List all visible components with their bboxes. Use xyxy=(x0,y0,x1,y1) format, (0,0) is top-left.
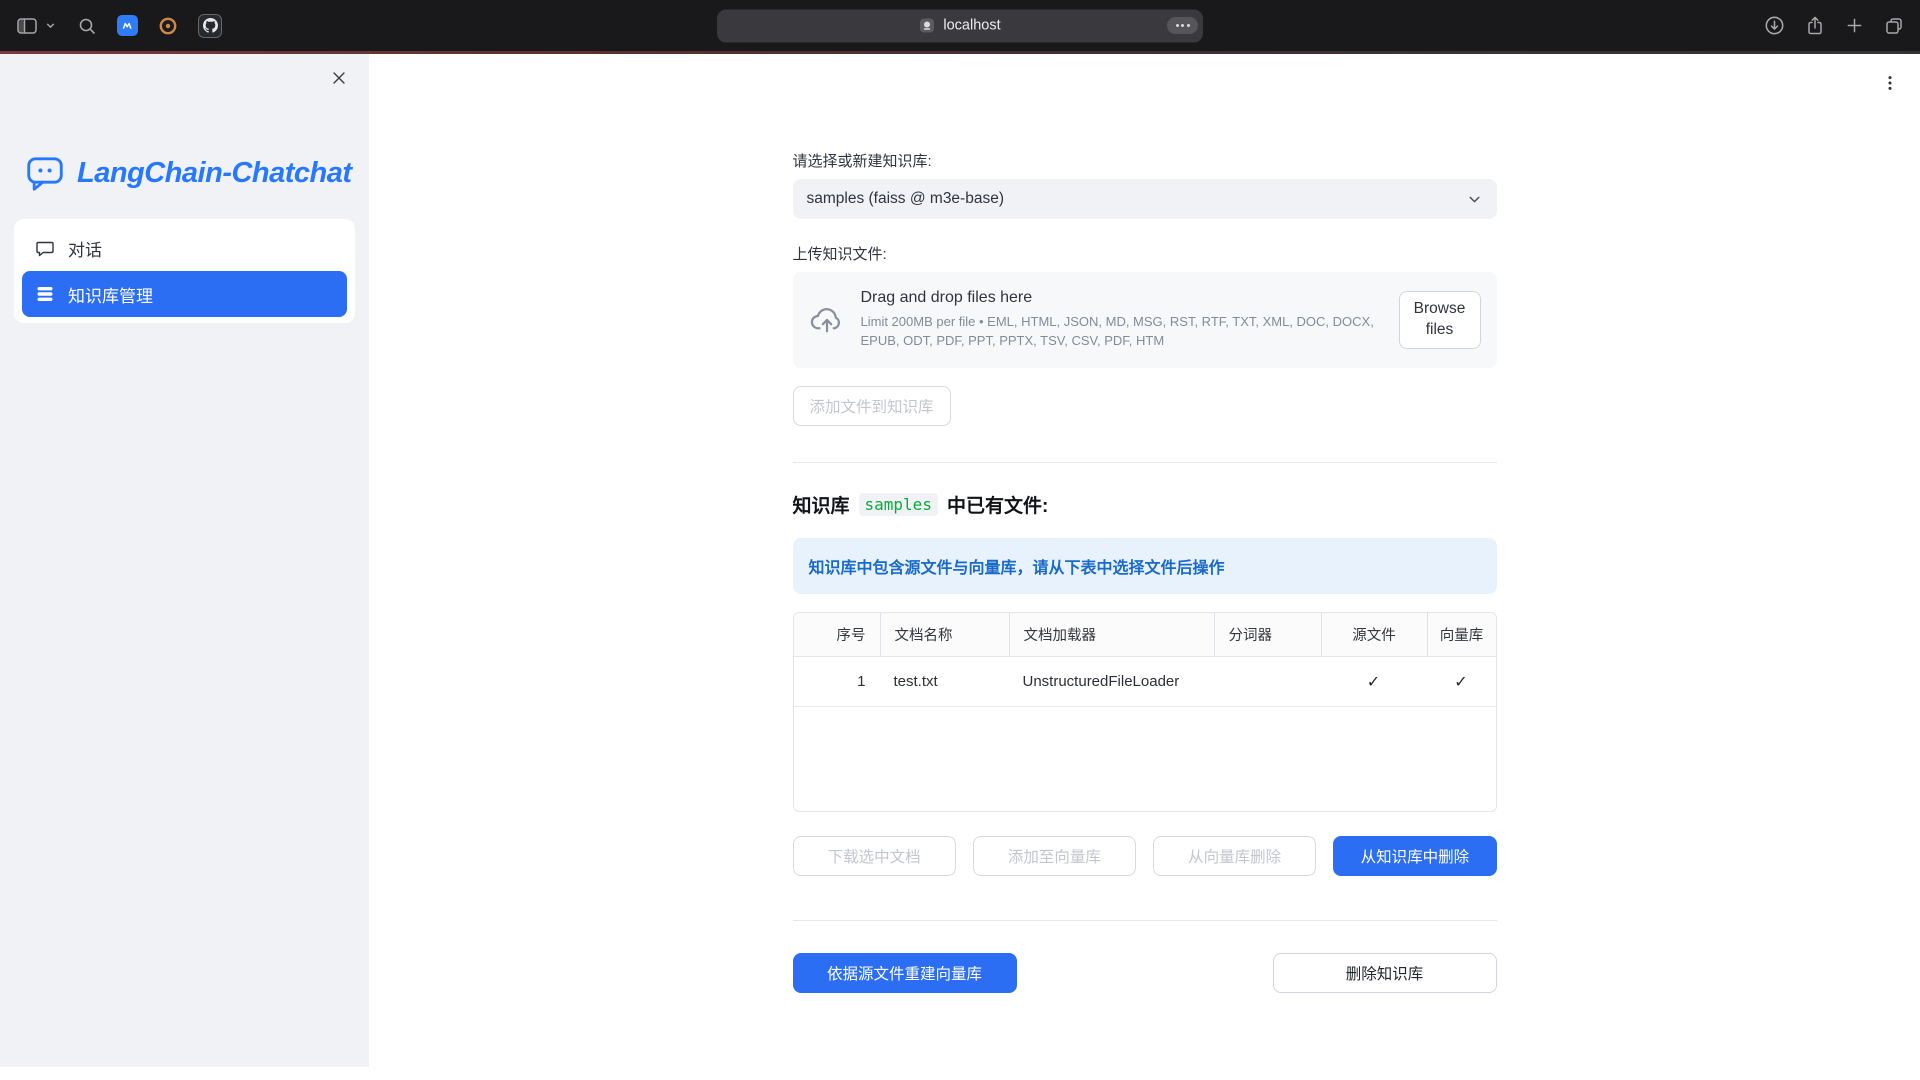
logo-icon xyxy=(24,153,66,193)
sidebar-toggle-icon xyxy=(16,16,38,36)
sidebar-item-label: 知识库管理 xyxy=(68,282,153,307)
kb-icon xyxy=(35,284,55,304)
cell-splitter xyxy=(1214,657,1321,706)
table-header-row: 序号 文档名称 文档加载器 分词器 源文件 向量库 xyxy=(794,613,1496,657)
divider xyxy=(793,920,1497,921)
add-to-kb-button[interactable]: 添加文件到知识库 xyxy=(793,386,951,426)
close-icon xyxy=(330,69,348,87)
new-tab-button[interactable] xyxy=(1845,16,1864,35)
github-extension-button[interactable] xyxy=(198,14,222,38)
heading-suffix: 中已有文件: xyxy=(947,491,1048,518)
sidebar-item-kb-management[interactable]: 知识库管理 xyxy=(22,271,347,317)
select-chevron-down-icon xyxy=(1466,191,1483,208)
extension-button-2[interactable] xyxy=(158,16,178,36)
remove-from-vector-button[interactable]: 从向量库删除 xyxy=(1153,836,1316,876)
sidebar-close-button[interactable] xyxy=(330,69,348,87)
sidebar-menu-chevron-button[interactable] xyxy=(44,19,57,32)
app-logo: LangChain-Chatchat xyxy=(24,153,369,193)
kb-select-label: 请选择或新建知识库: xyxy=(793,150,1497,171)
browser-search-button[interactable] xyxy=(77,16,97,36)
rebuild-vectorstore-button[interactable]: 依据源文件重建向量库 xyxy=(793,953,1017,993)
dropzone-title: Drag and drop files here xyxy=(861,289,1383,307)
col-header-name[interactable]: 文档名称 xyxy=(880,613,1009,656)
app-window: LangChain-Chatchat 对话 知识库管理 xyxy=(0,54,1920,1080)
dot xyxy=(1187,24,1190,27)
address-bar[interactable]: localhost xyxy=(717,9,1203,42)
downloads-button[interactable] xyxy=(1764,15,1785,36)
logo-text: LangChain-Chatchat xyxy=(77,157,352,190)
sidebar-menu: 对话 知识库管理 xyxy=(14,219,355,323)
tabs-icon xyxy=(1884,16,1904,36)
sidebar-item-chat[interactable]: 对话 xyxy=(22,225,347,271)
chat-icon xyxy=(35,238,55,258)
screen: localhost xyxy=(0,0,1920,1080)
downloads-icon xyxy=(1764,15,1785,36)
table-row[interactable]: 1 test.txt UnstructuredFileLoader ✓ ✓ xyxy=(794,657,1496,707)
kb-name-code: samples xyxy=(859,493,938,516)
kb-select[interactable]: samples (faiss @ m3e-base) xyxy=(793,179,1497,219)
col-header-vector[interactable]: 向量库 xyxy=(1427,613,1496,656)
kb-files-heading: 知识库 samples 中已有文件: xyxy=(793,491,1497,518)
more-vert-icon xyxy=(1881,74,1899,92)
add-to-vectorstore-button[interactable]: 添加至向量库 xyxy=(973,836,1136,876)
sidebar: LangChain-Chatchat 对话 知识库管理 xyxy=(0,54,369,1067)
col-header-loader[interactable]: 文档加载器 xyxy=(1009,613,1214,656)
sidebar-item-label: 对话 xyxy=(68,236,102,261)
toolbar-left-controls xyxy=(16,0,222,51)
share-icon xyxy=(1805,15,1825,36)
main-area: 请选择或新建知识库: samples (faiss @ m3e-base) 上传… xyxy=(369,54,1920,1080)
file-action-buttons: 下载选中文档 添加至向量库 从向量库删除 从知识库中删除 xyxy=(793,836,1497,876)
chevron-down-icon xyxy=(44,19,57,32)
extension-icon-2 xyxy=(158,16,178,36)
delete-kb-button[interactable]: 删除知识库 xyxy=(1273,953,1497,993)
info-banner: 知识库中包含源文件与向量库，请从下表中选择文件后操作 xyxy=(793,538,1497,594)
files-table[interactable]: 序号 文档名称 文档加载器 分词器 源文件 向量库 1 test.txt Uns… xyxy=(793,612,1497,812)
cloud-upload-icon xyxy=(809,302,845,338)
page-extensions-menu-button[interactable] xyxy=(1167,17,1198,34)
share-button[interactable] xyxy=(1805,15,1825,36)
cell-index: 1 xyxy=(794,657,880,706)
search-icon xyxy=(77,16,97,36)
toolbar-right-controls xyxy=(1764,0,1904,51)
dropzone-hint: Limit 200MB per file • EML, HTML, JSON, … xyxy=(861,313,1376,351)
kb-select-value: samples (faiss @ m3e-base) xyxy=(807,190,1005,208)
main-menu-button[interactable] xyxy=(1881,74,1899,92)
browse-files-button[interactable]: Browse files xyxy=(1399,291,1481,349)
content-column: 请选择或新建知识库: samples (faiss @ m3e-base) 上传… xyxy=(793,54,1497,993)
kb-footer-buttons: 依据源文件重建向量库 删除知识库 xyxy=(793,953,1497,993)
col-header-source[interactable]: 源文件 xyxy=(1321,613,1427,656)
dot xyxy=(1181,24,1184,27)
browser-toolbar: localhost xyxy=(0,0,1920,51)
url-text: localhost xyxy=(943,18,1000,34)
dot xyxy=(1176,24,1179,27)
dropzone-text: Drag and drop files here Limit 200MB per… xyxy=(861,289,1383,351)
delete-from-kb-button[interactable]: 从知识库中删除 xyxy=(1333,836,1496,876)
download-selected-button[interactable]: 下载选中文档 xyxy=(793,836,956,876)
col-header-splitter[interactable]: 分词器 xyxy=(1214,613,1321,656)
divider xyxy=(793,462,1497,463)
upload-label: 上传知识文件: xyxy=(793,243,1497,264)
sidebar-toggle-button[interactable] xyxy=(16,16,38,36)
cell-name: test.txt xyxy=(880,657,1009,706)
site-favicon xyxy=(919,18,935,34)
extension-icon-1 xyxy=(117,15,138,36)
extension-button-1[interactable] xyxy=(117,15,138,36)
tabs-overview-button[interactable] xyxy=(1884,16,1904,36)
col-header-index[interactable]: 序号 xyxy=(794,613,880,656)
heading-prefix: 知识库 xyxy=(793,491,850,518)
github-icon xyxy=(198,14,222,38)
cell-loader: UnstructuredFileLoader xyxy=(1009,657,1214,706)
cell-vector-check: ✓ xyxy=(1427,657,1496,706)
cell-source-check: ✓ xyxy=(1321,657,1427,706)
new-tab-icon xyxy=(1845,16,1864,35)
file-dropzone[interactable]: Drag and drop files here Limit 200MB per… xyxy=(793,272,1497,368)
